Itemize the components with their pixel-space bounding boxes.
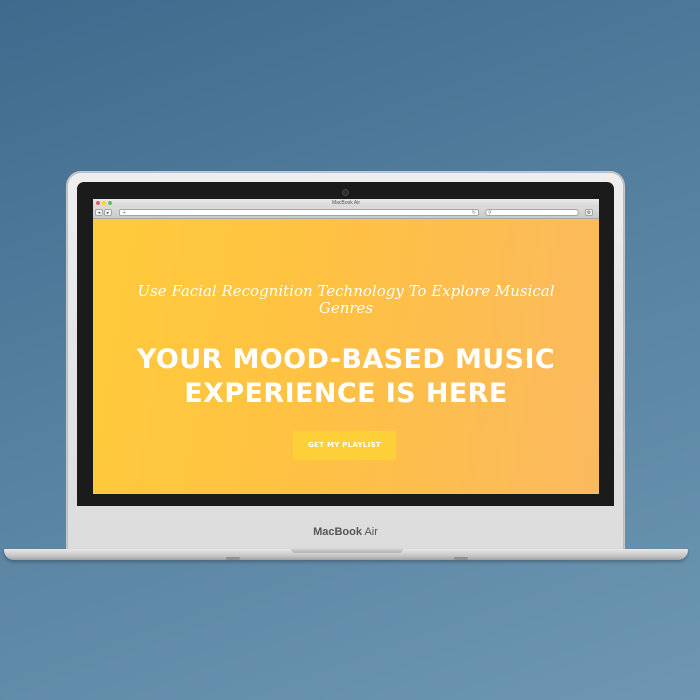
landing-page: Use Facial Recognition Technology To Exp… bbox=[93, 219, 599, 494]
close-window-icon[interactable] bbox=[96, 201, 100, 205]
screen-bezel: MacBook Air ◂ ▸ + ↻ ⚲ ⚙ Use Facial Recog… bbox=[77, 182, 614, 506]
right-foot bbox=[454, 557, 468, 560]
forward-arrow-icon: ▸ bbox=[106, 210, 110, 216]
brand-name: MacBook bbox=[313, 526, 362, 538]
camera-icon bbox=[341, 189, 349, 196]
search-icon: ⚲ bbox=[488, 210, 492, 216]
left-foot bbox=[226, 557, 240, 560]
settings-button[interactable]: ⚙ bbox=[585, 209, 593, 216]
search-field[interactable]: ⚲ bbox=[485, 209, 579, 216]
back-arrow-icon: ◂ bbox=[97, 210, 101, 216]
browser-toolbar: ◂ ▸ + ↻ ⚲ ⚙ bbox=[93, 207, 599, 219]
headline-line-1: YOUR MOOD-BASED MUSIC bbox=[136, 344, 556, 375]
address-bar[interactable]: + ↻ bbox=[119, 209, 479, 216]
laptop-lid: MacBook Air ◂ ▸ + ↻ ⚲ ⚙ Use Facial Recog… bbox=[67, 172, 624, 550]
hero-headline: YOUR MOOD-BASED MUSIC EXPERIENCE IS HERE bbox=[93, 343, 599, 411]
headline-line-2: EXPERIENCE IS HERE bbox=[184, 378, 508, 409]
minimize-window-icon[interactable] bbox=[102, 201, 106, 205]
gear-icon: ⚙ bbox=[586, 210, 592, 216]
maximize-window-icon[interactable] bbox=[108, 201, 112, 205]
laptop-brand-label: MacBook Air bbox=[67, 526, 624, 538]
back-button[interactable]: ◂ bbox=[95, 209, 103, 216]
forward-button[interactable]: ▸ bbox=[104, 209, 112, 216]
brand-model: Air bbox=[364, 526, 378, 538]
window-title: MacBook Air bbox=[331, 200, 361, 206]
laptop-base bbox=[4, 549, 688, 560]
browser-titlebar: MacBook Air bbox=[93, 199, 599, 207]
get-playlist-button[interactable]: GET MY PLAYLIST bbox=[293, 431, 396, 460]
hero-subtitle: Use Facial Recognition Technology To Exp… bbox=[137, 282, 555, 317]
lid-opening-notch bbox=[291, 549, 403, 553]
reload-icon[interactable]: ↻ bbox=[472, 210, 476, 216]
screen: MacBook Air ◂ ▸ + ↻ ⚲ ⚙ Use Facial Recog… bbox=[93, 199, 599, 494]
add-bookmark-icon[interactable]: + bbox=[122, 210, 126, 216]
